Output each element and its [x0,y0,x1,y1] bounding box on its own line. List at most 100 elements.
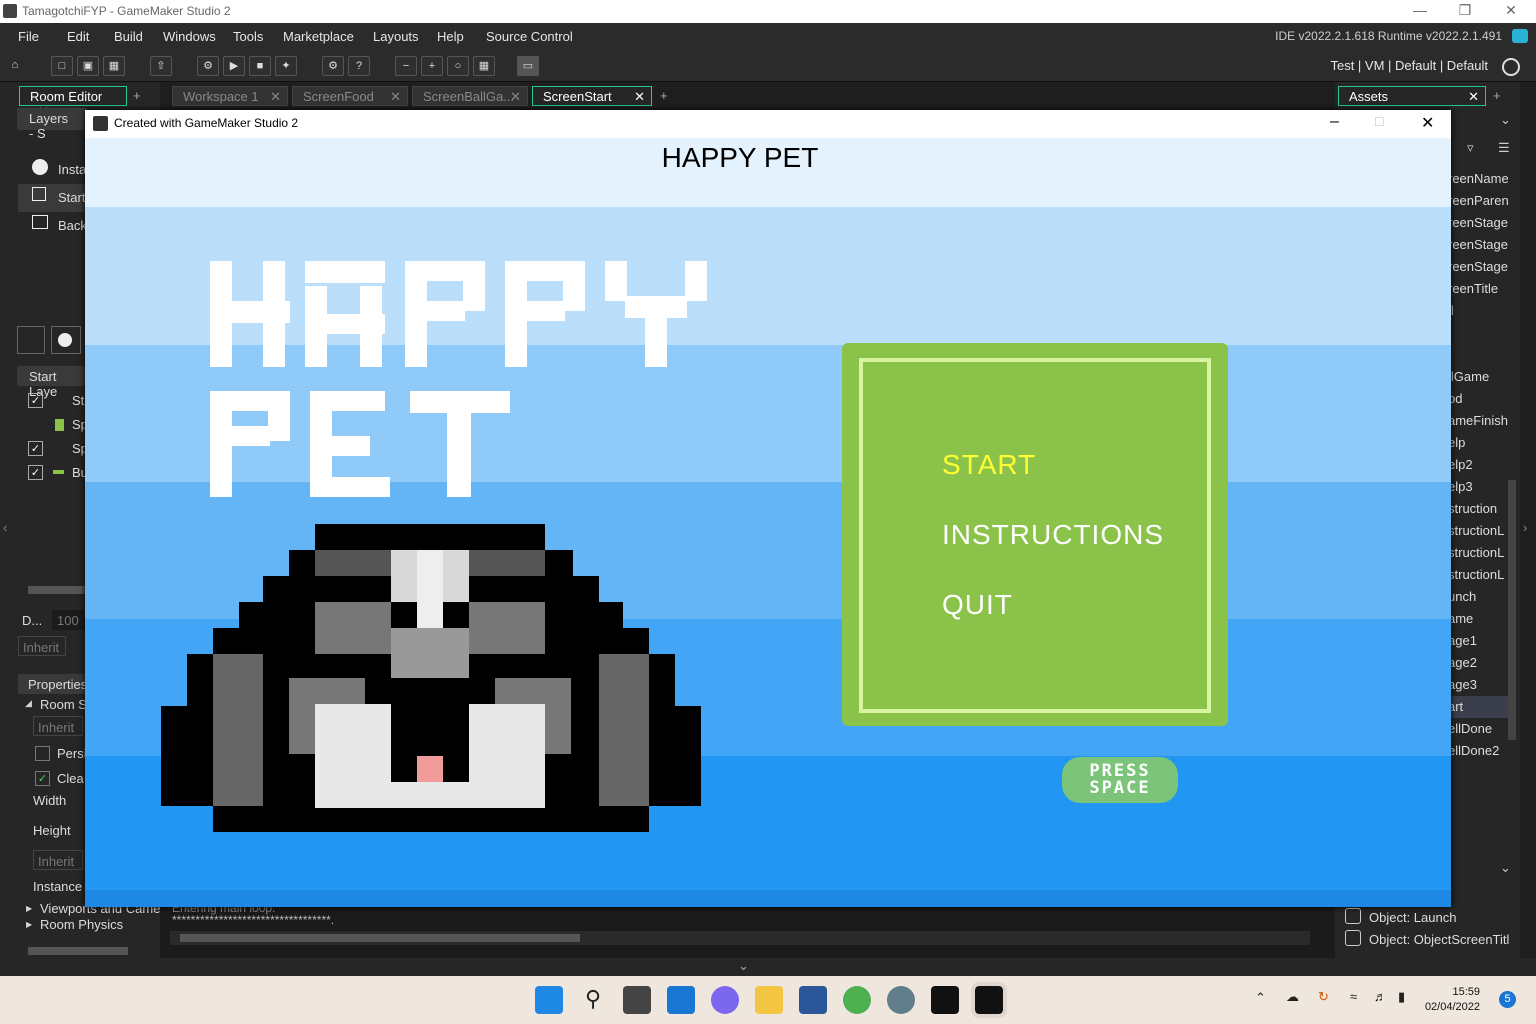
asset-list-item[interactable]: struction [1448,498,1508,520]
asset-list-item[interactable]: ameFinish [1448,410,1508,432]
asset-list-item[interactable]: elp3 [1448,476,1508,498]
persistent-checkbox[interactable] [35,746,50,761]
chat-icon[interactable] [1512,29,1528,43]
sync-icon[interactable]: ↻ [1318,989,1329,1005]
close-tab-icon[interactable]: ✕ [510,89,521,105]
layer-item[interactable]: Back [18,212,88,240]
target-selector[interactable]: Test | VM | Default | Default [1330,58,1488,73]
volume-icon[interactable]: ♬ [1374,989,1387,1004]
tab-room-editor[interactable]: Room Editor ✕ [19,86,127,119]
room-physics-label[interactable]: Room Physics [40,917,123,932]
press-space-button[interactable]: PRESS SPACE [1062,757,1178,803]
inherit-button[interactable]: Inherit [18,636,66,656]
settings-icon[interactable] [887,986,915,1014]
clean-icon[interactable]: ✦ [275,56,297,76]
tab-screenstart[interactable]: ScreenStart ✕ [532,86,652,106]
restore-icon[interactable]: ❐ [1450,2,1480,20]
horizontal-scrollbar[interactable] [170,931,1310,945]
expand-arrow-icon[interactable]: ▶ [26,904,32,913]
zoom-out-icon[interactable]: − [395,56,417,76]
asset-list-item[interactable]: reenTitle [1448,278,1508,300]
list-item[interactable]: Object: ObjectScreenTitl [1343,928,1509,950]
add-tab-icon[interactable]: + [133,88,141,103]
asset-list-item[interactable]: reenStage [1448,212,1508,234]
asset-list-item[interactable]: structionL [1448,564,1508,586]
asset-list-item[interactable]: ame [1448,608,1508,630]
system-clock[interactable]: 15:59 02/04/2022 [1425,985,1480,1015]
task-view-icon[interactable] [623,986,651,1014]
asset-list-item[interactable]: reenParen [1448,190,1508,212]
zoom-in-icon[interactable]: + [421,56,443,76]
save-icon[interactable]: ▦ [103,56,125,76]
menu-build[interactable]: Build [114,29,143,44]
minimize-icon[interactable]: – [1330,113,1339,131]
start-menu-item[interactable]: START [942,449,1036,481]
word-icon[interactable] [799,986,827,1014]
layer-row[interactable]: ✓ Bu [28,463,88,487]
asset-list-item[interactable]: age3 [1448,674,1508,696]
quit-menu-item[interactable]: QUIT [942,589,1013,621]
tab-workspace[interactable]: Workspace 1 ✕ [172,86,288,106]
inherit-button[interactable]: Inherit [33,850,83,870]
notification-badge[interactable]: 5 [1499,991,1516,1008]
layer-item[interactable]: Insta [18,156,88,184]
chat-icon[interactable] [711,986,739,1014]
minimize-icon[interactable]: — [1405,2,1435,20]
grid-icon[interactable]: ▦ [473,56,495,76]
tab-assets[interactable]: Assets ✕ [1338,86,1486,106]
asset-list-item[interactable]: llGame [1448,366,1508,388]
debug-icon[interactable]: ⚙ [197,56,219,76]
close-tab-icon[interactable]: ✕ [270,89,281,105]
new-project-icon[interactable]: □ [51,56,73,76]
asset-list-item[interactable]: age1 [1448,630,1508,652]
menu-edit[interactable]: Edit [67,29,89,44]
start-menu-icon[interactable] [535,986,563,1014]
run-icon[interactable]: ▶ [223,56,245,76]
chrome-icon[interactable] [843,986,871,1014]
add-instance-layer-icon[interactable] [51,326,81,354]
file-explorer-icon[interactable] [755,986,783,1014]
asset-list-item[interactable]: structionL [1448,520,1508,542]
horizontal-scrollbar[interactable] [28,947,128,955]
layer-row[interactable]: ✓ Sp [28,439,88,463]
menu-marketplace[interactable]: Marketplace [283,29,354,44]
asset-list-item[interactable]: ellDone2 [1448,740,1508,762]
layer-row[interactable]: ✓ St [28,391,88,415]
asset-list-item[interactable]: ellDone [1448,718,1508,740]
menu-file[interactable]: File [18,29,39,44]
menu-layouts[interactable]: Layouts [373,29,419,44]
menu-source-control[interactable]: Source Control [486,29,573,44]
battery-icon[interactable]: ▮ [1398,989,1405,1005]
layer-row[interactable]: Sp [28,415,88,439]
add-tab-icon[interactable]: + [1493,88,1501,103]
menu-icon[interactable]: ☰ [1498,140,1510,156]
wifi-icon[interactable]: ≈ [1350,989,1357,1004]
asset-list-item[interactable]: art [1448,696,1508,718]
asset-list-item[interactable]: age2 [1448,652,1508,674]
chevron-double-down-icon[interactable]: ⌄ [738,958,749,974]
asset-list-item[interactable]: elp2 [1448,454,1508,476]
close-tab-icon[interactable]: ✕ [390,89,401,105]
close-tab-icon[interactable]: ✕ [1468,89,1479,105]
game-window-icon[interactable]: ▭ [517,56,539,76]
asset-list-item[interactable]: reenStage [1448,234,1508,256]
list-item[interactable]: Object: Launch [1343,906,1509,928]
gamemaker-runner-icon[interactable] [971,982,1007,1018]
export-icon[interactable]: ⇧ [150,56,172,76]
asset-list-item[interactable]: elp [1448,432,1508,454]
expand-arrow-icon[interactable]: ◢ [25,698,32,709]
close-tab-icon[interactable]: ✕ [634,89,645,105]
add-tab-icon[interactable]: + [660,88,668,103]
instructions-menu-item[interactable]: INSTRUCTIONS [942,519,1164,551]
inherit-button[interactable]: Inherit [33,716,83,736]
asset-list-item[interactable]: unch [1448,586,1508,608]
zoom-reset-icon[interactable]: ○ [447,56,469,76]
checkbox-checked-icon[interactable]: ✓ [28,465,43,480]
home-icon[interactable]: ⌂ [4,56,26,76]
search-icon[interactable]: ⚲ [579,986,607,1014]
tab-screenballgame[interactable]: ScreenBallGa... ✕ [412,86,528,106]
horizontal-scrollbar[interactable] [28,586,86,594]
asset-list-item[interactable]: od [1448,388,1508,410]
tab-screenfood[interactable]: ScreenFood ✕ [292,86,408,106]
gamemaker-taskbar-icon[interactable] [931,986,959,1014]
